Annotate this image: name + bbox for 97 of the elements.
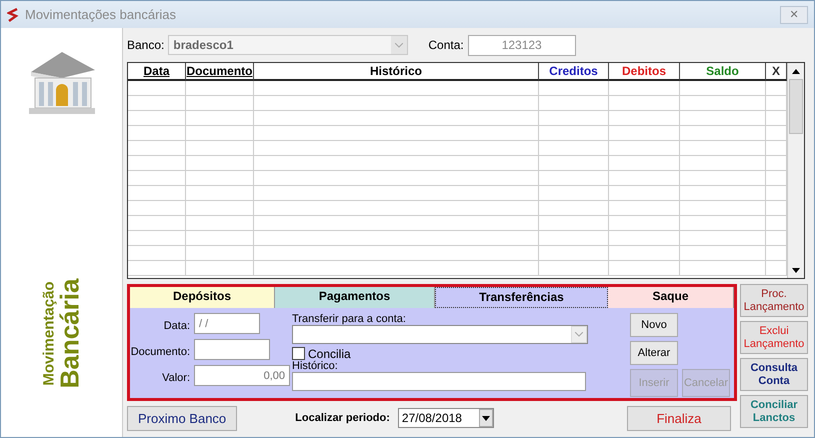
window-title: Movimentações bancárias: [25, 7, 178, 22]
table-cell: [539, 81, 609, 96]
table-cell: [609, 216, 680, 231]
table-cell: [128, 126, 186, 141]
concilia-label: Concilia: [308, 348, 351, 360]
scrollbar[interactable]: [787, 63, 804, 278]
table-cell: [186, 81, 254, 96]
table-cell: [609, 96, 680, 111]
date-label: Data:: [162, 320, 190, 332]
scroll-thumb[interactable]: [789, 79, 803, 134]
finish-button[interactable]: Finaliza: [627, 406, 731, 430]
side-button[interactable]: Consulta Conta: [740, 358, 808, 391]
side-button[interactable]: Conciliar Lanctos: [740, 395, 808, 428]
table-cell: [186, 96, 254, 111]
tab[interactable]: Transferências: [435, 287, 608, 308]
value-label: Valor:: [161, 372, 190, 384]
table-cell: [539, 246, 609, 261]
table-cell: [609, 201, 680, 216]
table-cell: [186, 216, 254, 231]
close-button[interactable]: ✕: [780, 6, 808, 24]
column-header[interactable]: Data: [128, 63, 186, 81]
scroll-down-icon[interactable]: [792, 268, 800, 272]
column-header[interactable]: Creditos: [539, 63, 609, 81]
table-cell: [539, 261, 609, 276]
tab[interactable]: Depósitos: [130, 287, 275, 308]
table-cell: [539, 171, 609, 186]
bank-dropdown[interactable]: bradesco1: [168, 35, 408, 55]
table-cell: [128, 171, 186, 186]
table-cell: [186, 186, 254, 201]
table-cell: [128, 231, 186, 246]
table-cell: [609, 81, 680, 96]
dropdown-arrow-icon: [482, 416, 490, 420]
table-cell: [186, 261, 254, 276]
column-header[interactable]: Debitos: [609, 63, 680, 81]
table-cell: [609, 171, 680, 186]
app-logo-icon: [7, 8, 19, 22]
account-label: Conta:: [428, 38, 464, 52]
column-header[interactable]: Saldo: [680, 63, 766, 81]
value-field[interactable]: 0,00: [194, 365, 290, 386]
table-cell: [609, 261, 680, 276]
table-cell: [128, 111, 186, 126]
table-cell: [128, 246, 186, 261]
table-cell: [186, 201, 254, 216]
next-bank-button[interactable]: Proximo Banco: [127, 406, 238, 430]
bank-label: Banco:: [127, 38, 164, 52]
document-field[interactable]: [194, 339, 270, 360]
period-date-picker[interactable]: 27/08/2018: [398, 408, 494, 428]
table-cell: [128, 261, 186, 276]
table-cell: [539, 126, 609, 141]
action-button[interactable]: Alterar: [630, 341, 678, 365]
side-button[interactable]: Exclui Lançamento: [740, 321, 808, 354]
table-cell: [539, 156, 609, 171]
table-cell: [186, 231, 254, 246]
scroll-up-icon[interactable]: [792, 68, 800, 74]
table-cell: [609, 111, 680, 126]
table-cell: [128, 186, 186, 201]
tab[interactable]: Pagamentos: [275, 287, 435, 308]
table-cell: [128, 201, 186, 216]
tab[interactable]: Saque: [608, 287, 734, 308]
table-cell: [539, 111, 609, 126]
table-cell: [609, 246, 680, 261]
table-cell: [539, 186, 609, 201]
column-header[interactable]: Documento: [186, 63, 254, 81]
table-cell: [539, 231, 609, 246]
table-cell: [539, 141, 609, 156]
table-cell: [539, 216, 609, 231]
table-cell: [128, 96, 186, 111]
table-cell: [609, 141, 680, 156]
table-cell: [609, 156, 680, 171]
date-field[interactable]: / /: [194, 313, 260, 334]
sidebar-title: Bancária: [56, 278, 82, 388]
side-button[interactable]: Proc. Lançamento: [740, 284, 808, 317]
table-cell: [609, 231, 680, 246]
account-field[interactable]: 123123: [468, 34, 576, 56]
table-cell: [186, 111, 254, 126]
table-cell: [128, 156, 186, 171]
column-header[interactable]: Histórico: [254, 63, 539, 81]
table-cell: [186, 246, 254, 261]
concilia-checkbox[interactable]: [292, 347, 305, 360]
table-cell: [609, 126, 680, 141]
period-label: Localizar periodo:: [295, 412, 390, 424]
table-cell: [128, 216, 186, 231]
sidebar-subtitle: Movimentação: [41, 280, 56, 386]
table-cell: [539, 96, 609, 111]
action-button[interactable]: Novo: [630, 313, 678, 337]
table-cell: [128, 141, 186, 156]
transfer-label: Transferir para a conta:: [292, 313, 407, 325]
table-cell: [186, 171, 254, 186]
table-cell: [128, 81, 186, 96]
history-label: Histórico:: [292, 361, 339, 372]
table-cell: [186, 126, 254, 141]
document-label: Documento:: [130, 346, 190, 358]
history-field[interactable]: [292, 372, 586, 391]
table-cell: [186, 156, 254, 171]
table-cell: [186, 141, 254, 156]
table-cell: [609, 186, 680, 201]
table-cell: [539, 201, 609, 216]
